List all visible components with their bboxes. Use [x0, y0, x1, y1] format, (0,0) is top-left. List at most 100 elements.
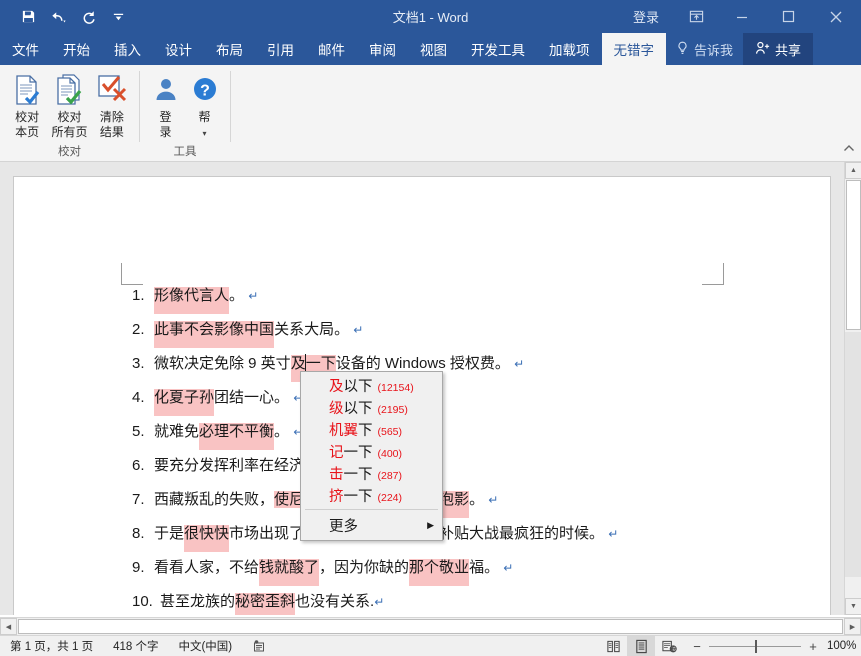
document-line[interactable]: 2. 此事不会影像中国关系大局。 ↵: [132, 319, 732, 341]
clear-results-label-1: 清除: [99, 110, 124, 124]
paragraph-mark: ↵: [608, 527, 619, 541]
clear-results-icon: [95, 72, 129, 108]
tab-layout[interactable]: 布局: [204, 33, 255, 65]
collapse-ribbon-icon[interactable]: [843, 144, 855, 157]
minimize-icon[interactable]: [719, 0, 765, 33]
zoom-in-button[interactable]: +: [807, 639, 819, 654]
share-person-icon: [755, 41, 770, 58]
tell-me-label: 告诉我: [694, 42, 734, 58]
suggestion-count: (2195): [377, 404, 408, 416]
submenu-arrow-icon: ▶: [427, 519, 434, 530]
document-line[interactable]: 9. 看看人家，不给钱就酸了，因为你缺的那个敬业福。 ↵: [132, 557, 732, 579]
ribbon-display-options-icon[interactable]: [673, 0, 719, 33]
paragraph-mark: ↵: [514, 357, 525, 371]
tab-developer[interactable]: 开发工具: [459, 33, 537, 65]
list-number: 8.: [132, 525, 145, 542]
more-suggestions-item[interactable]: 更多 ▶: [301, 512, 442, 538]
spelling-error[interactable]: 那个敬业: [409, 559, 470, 576]
share-button[interactable]: 共享: [743, 33, 814, 65]
document-line[interactable]: 10. 甚至龙族的秘密歪斜也没有关系.↵: [132, 591, 732, 613]
spelling-error[interactable]: 影像: [214, 321, 245, 338]
spelling-error[interactable]: 及: [290, 355, 306, 372]
sign-in-button[interactable]: 登录: [619, 0, 673, 33]
login-button[interactable]: 登 录: [146, 70, 185, 140]
text-run: 甚至龙族的: [160, 593, 236, 610]
suggestion-item[interactable]: 级以下 (2195): [301, 397, 442, 419]
read-mode-icon[interactable]: [599, 636, 627, 656]
zoom-control[interactable]: − +: [683, 639, 827, 654]
spelling-error[interactable]: 秘密歪斜: [235, 593, 296, 610]
suggestion-common-part: 下: [358, 423, 373, 439]
zoom-slider[interactable]: [709, 639, 801, 653]
proof-all-pages-button[interactable]: 校对 所有页: [48, 70, 90, 140]
spelling-error[interactable]: 中国: [244, 321, 275, 338]
spelling-error[interactable]: 化夏子孙: [154, 389, 215, 406]
close-icon[interactable]: [811, 0, 861, 33]
spelling-error[interactable]: 不会: [184, 321, 215, 338]
document-line[interactable]: 1. 形像代言人。 ↵: [132, 285, 732, 307]
web-layout-icon[interactable]: [655, 636, 683, 656]
undo-icon[interactable]: [44, 4, 72, 30]
zoom-out-button[interactable]: −: [691, 639, 703, 654]
help-dropdown-caret-icon[interactable]: ▾: [202, 129, 206, 138]
vertical-scroll-track[interactable]: [845, 332, 861, 577]
maximize-icon[interactable]: [765, 0, 811, 33]
horizontal-scroll-thumb[interactable]: [18, 619, 843, 634]
redo-icon[interactable]: [74, 4, 102, 30]
text-run: 团结一心。: [214, 389, 290, 406]
tab-nocuozi[interactable]: 无错字: [601, 33, 666, 65]
list-number: 10.: [132, 593, 153, 610]
suggestion-item[interactable]: 及以下 (12154): [301, 375, 442, 397]
word-count[interactable]: 418 个字: [103, 636, 168, 656]
scroll-down-icon[interactable]: ▼: [845, 598, 861, 615]
scroll-up-icon[interactable]: ▲: [845, 162, 861, 179]
spelling-error[interactable]: 此事: [154, 321, 185, 338]
save-icon[interactable]: [14, 4, 42, 30]
ribbon-group-proofing-label: 校对: [58, 146, 81, 158]
proof-all-pages-label-1: 校对: [57, 110, 82, 124]
ribbon-group-divider-2: [230, 71, 231, 142]
tab-review[interactable]: 审阅: [357, 33, 408, 65]
tab-insert[interactable]: 插入: [102, 33, 153, 65]
suggestion-item[interactable]: 击一下 (287): [301, 463, 442, 485]
list-number: 4.: [132, 389, 145, 406]
tab-view[interactable]: 视图: [408, 33, 459, 65]
spelling-error[interactable]: 很快快: [184, 525, 230, 542]
tab-design[interactable]: 设计: [153, 33, 204, 65]
customize-qat-icon[interactable]: [104, 4, 132, 30]
document-canvas[interactable]: 1. 形像代言人。 ↵ 2. 此事不会影像中国关系大局。 ↵ 3. 微软决定免除 9 …: [0, 162, 861, 615]
spelling-error[interactable]: 一下: [305, 355, 336, 372]
clear-results-button[interactable]: 清除 结果: [91, 70, 133, 140]
proofing-status-icon[interactable]: [242, 636, 276, 656]
spelling-error[interactable]: 形像代言人: [154, 287, 230, 304]
tab-mailings[interactable]: 邮件: [306, 33, 357, 65]
clear-results-label-2: 结果: [99, 125, 124, 139]
tab-references[interactable]: 引用: [255, 33, 306, 65]
vertical-scroll-thumb[interactable]: [846, 180, 861, 330]
suggestion-item[interactable]: 记一下 (400): [301, 441, 442, 463]
suggestion-item[interactable]: 挤一下 (224): [301, 485, 442, 507]
text-run: 。: [229, 287, 245, 304]
help-button[interactable]: ? 帮 ▾: [185, 70, 224, 140]
zoom-level-label[interactable]: 100%: [827, 640, 861, 652]
suggestion-item[interactable]: 机翼下 (565): [301, 419, 442, 441]
vertical-scrollbar[interactable]: ▲ ▼: [844, 162, 861, 615]
scroll-right-icon[interactable]: ▶: [844, 618, 861, 635]
suggestion-count: (287): [377, 470, 403, 482]
spelling-error[interactable]: 必理不平衡: [199, 423, 275, 440]
tab-home[interactable]: 开始: [51, 33, 102, 65]
tab-addins[interactable]: 加载项: [537, 33, 602, 65]
tab-file[interactable]: 文件: [0, 33, 51, 65]
spelling-suggestions-menu[interactable]: 及以下 (12154) 级以下 (2195) 机翼下 (565) 记一下 (40…: [300, 371, 443, 541]
print-layout-icon[interactable]: [627, 635, 655, 656]
proof-page-button[interactable]: 校对 本页: [6, 70, 48, 140]
ribbon-tab-strip: 文件 开始 插入 设计 布局 引用 邮件 审阅 视图 开发工具 加载项 无错字 …: [0, 33, 861, 65]
zoom-slider-handle[interactable]: [755, 639, 757, 653]
scroll-left-icon[interactable]: ◀: [0, 618, 17, 635]
tell-me-button[interactable]: 告诉我: [666, 33, 743, 65]
page-indicator[interactable]: 第 1 页，共 1 页: [0, 636, 103, 656]
horizontal-scrollbar[interactable]: ◀ ▶: [0, 617, 861, 635]
language-indicator[interactable]: 中文(中国): [168, 636, 242, 656]
suggestion-changed-part: 及: [329, 379, 344, 395]
spelling-error[interactable]: 钱就酸了: [259, 559, 320, 576]
